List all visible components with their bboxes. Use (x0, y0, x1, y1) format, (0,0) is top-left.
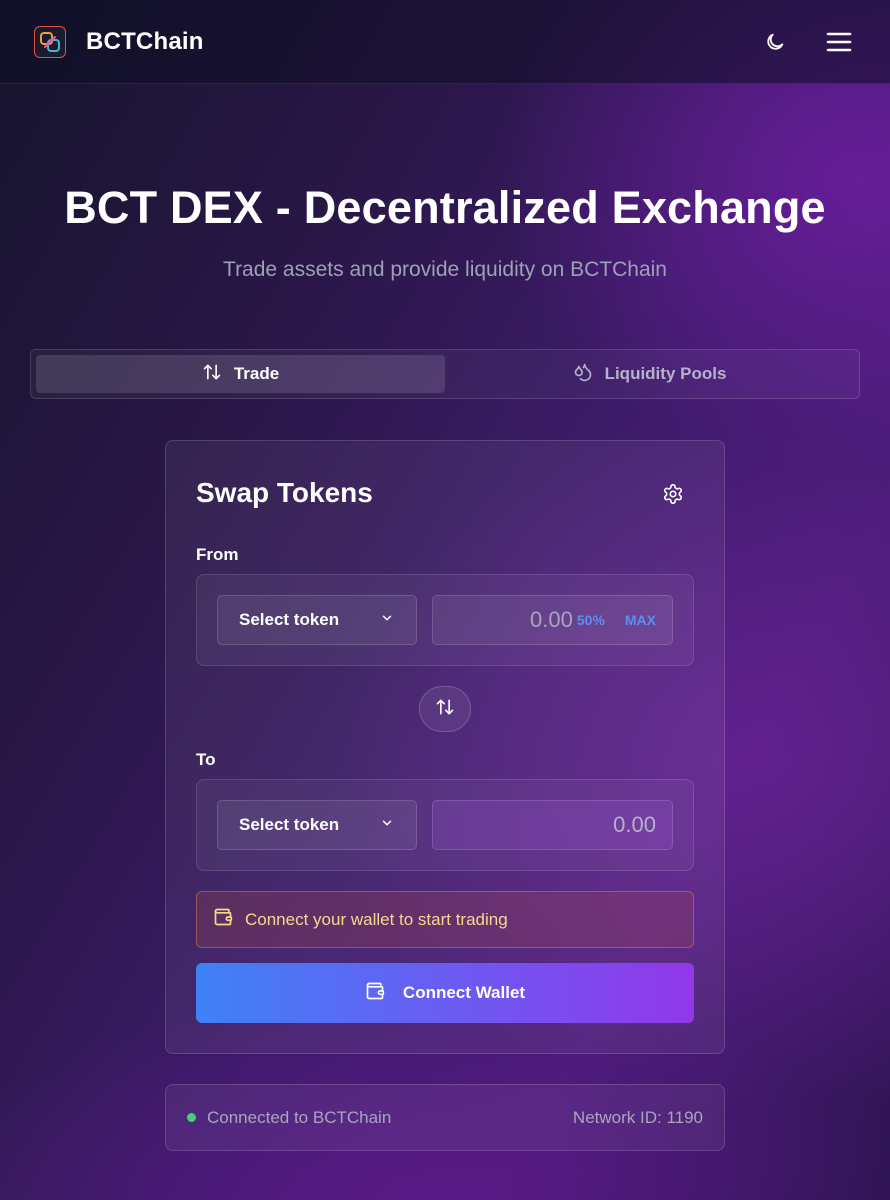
to-amount-input[interactable]: 0.00 (432, 800, 673, 850)
swap-arrows-icon (202, 362, 222, 387)
fifty-percent-button[interactable]: 50% (577, 612, 605, 628)
connect-wallet-label: Connect Wallet (402, 983, 526, 1002)
network-id: Network ID: 1190 (572, 1107, 703, 1127)
page-title: BCT DEX - Decentralized Exchange (64, 182, 826, 233)
swap-direction-button[interactable] (419, 686, 471, 732)
swap-card: Swap Tokens From Select token 0.00 50% M… (165, 440, 725, 1054)
tab-liquidity-label: Liquidity Pools (604, 364, 727, 383)
from-amount-input[interactable]: 0.00 50% MAX (432, 595, 673, 645)
wallet-icon (213, 907, 233, 932)
max-button[interactable]: MAX (625, 612, 656, 628)
gear-icon[interactable] (662, 483, 684, 505)
to-token-select[interactable]: Select token (217, 800, 417, 850)
droplets-icon (573, 362, 593, 387)
page-subtitle: Trade assets and provide liquidity on BC… (223, 258, 667, 281)
wallet-notice-text: Connect your wallet to start trading (245, 909, 508, 929)
to-field-group: Select token 0.00 (196, 779, 694, 871)
brand-name: BCTChain (86, 27, 204, 55)
from-label: From (196, 545, 239, 564)
moon-icon[interactable] (758, 25, 792, 59)
chevron-down-icon (380, 610, 394, 630)
network-status-bar: Connected to BCTChain Network ID: 1190 (165, 1084, 725, 1151)
status-dot (187, 1113, 196, 1122)
to-amount-placeholder: 0.00 (613, 812, 656, 837)
wallet-icon (365, 981, 385, 1006)
connect-wallet-button[interactable]: Connect Wallet (196, 963, 694, 1023)
connection-status: Connected to BCTChain (187, 1108, 391, 1128)
from-token-select[interactable]: Select token (217, 595, 417, 645)
chevron-down-icon (380, 815, 394, 835)
from-amount-placeholder: 0.00 (530, 607, 573, 632)
brand[interactable]: BCTChain (34, 25, 204, 58)
from-token-placeholder: Select token (239, 610, 340, 629)
swap-arrows-icon (435, 697, 455, 722)
tab-trade[interactable]: Trade (36, 355, 445, 393)
wallet-notice: Connect your wallet to start trading (196, 891, 694, 948)
connection-text: Connected to BCTChain (207, 1107, 392, 1127)
tab-trade-label: Trade (233, 364, 280, 383)
dex-tabs: Trade Liquidity Pools (30, 349, 860, 399)
top-navbar: BCTChain (0, 0, 890, 84)
swap-title: Swap Tokens (196, 477, 373, 508)
to-label: To (196, 750, 216, 769)
chain-logo-icon (34, 25, 66, 58)
hamburger-menu-icon[interactable] (822, 25, 856, 59)
from-field-group: Select token 0.00 50% MAX (196, 574, 694, 666)
tab-liquidity-pools[interactable]: Liquidity Pools (445, 355, 854, 393)
to-token-placeholder: Select token (239, 815, 340, 834)
header-actions (758, 25, 856, 59)
